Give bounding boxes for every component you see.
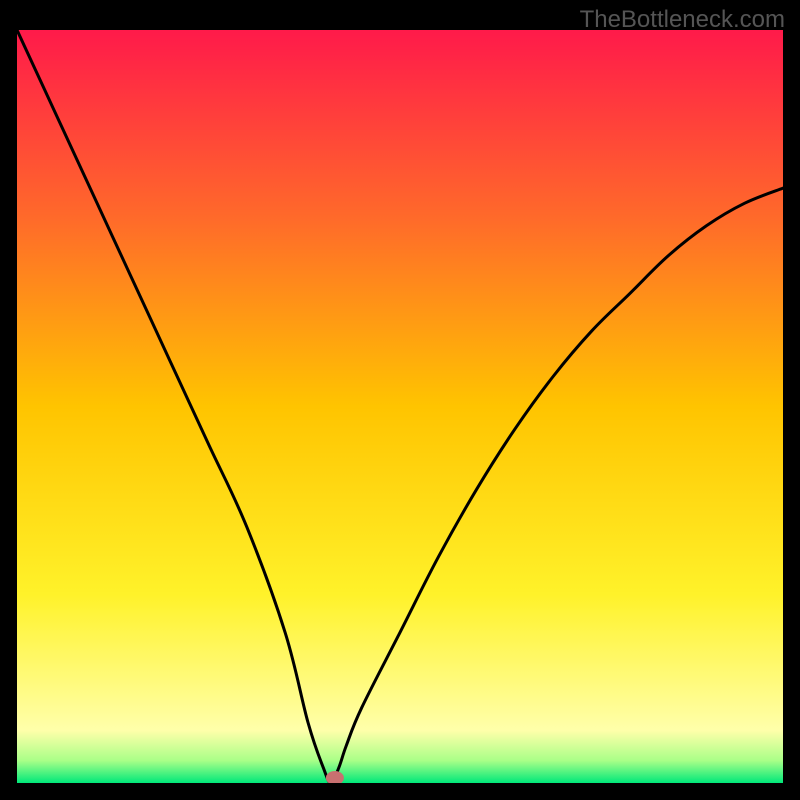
watermark-text: TheBottleneck.com <box>580 6 785 34</box>
chart-container: TheBottleneck.com <box>0 0 800 800</box>
bottleneck-chart <box>17 30 783 783</box>
gradient-background <box>17 30 783 783</box>
plot-area <box>17 30 783 783</box>
